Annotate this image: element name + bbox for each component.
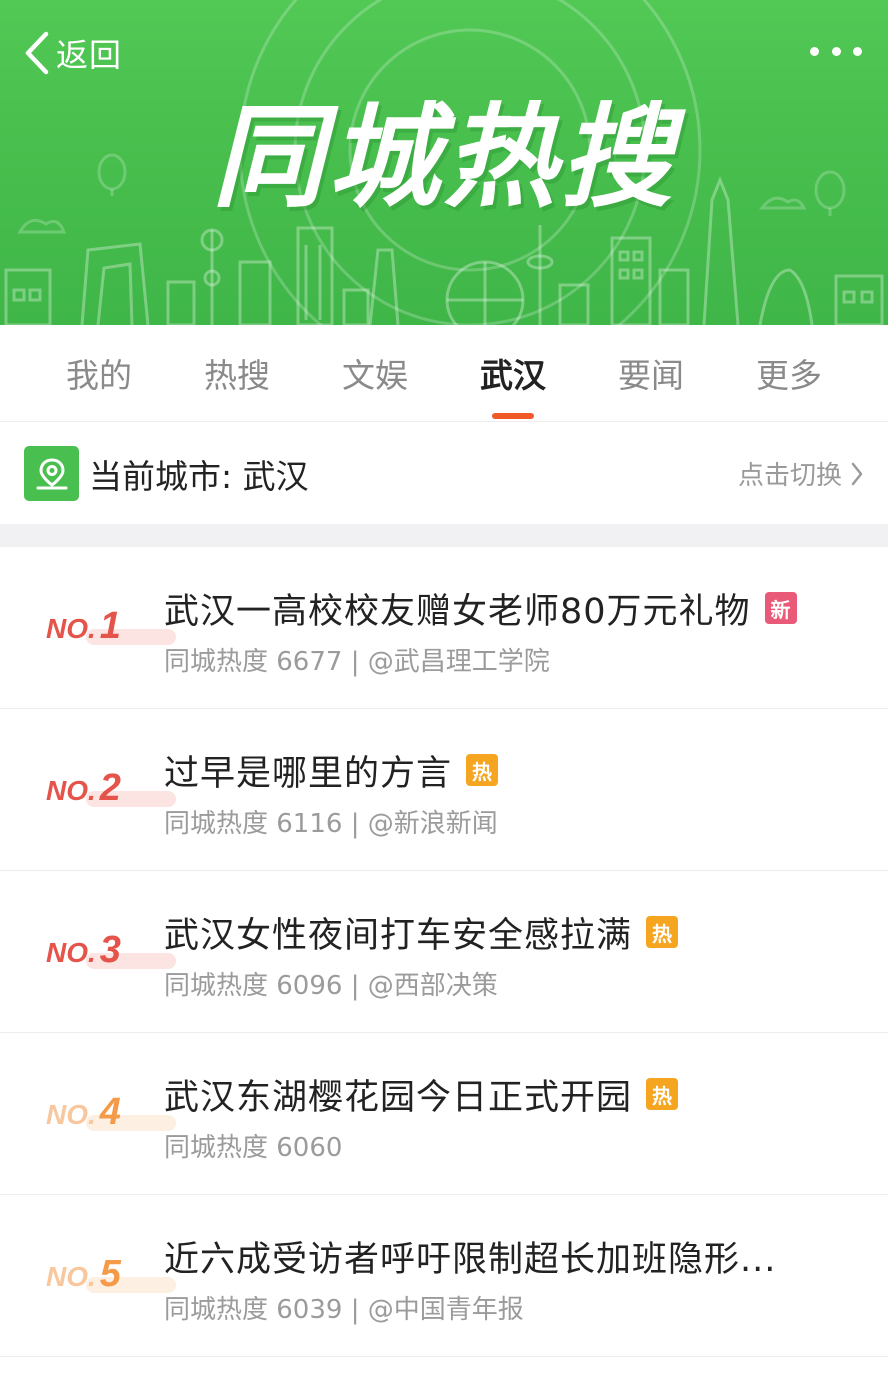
hot-search-list: NO. 1 武汉一高校校友赠女老师80万元礼物 新 同城热度 6677 | @武昌… [0, 547, 888, 1357]
switch-city-label: 点击切换 [737, 461, 842, 491]
rank-label: NO. 3 [46, 929, 176, 971]
tab-label: 热搜 [204, 356, 270, 395]
tab-entertainment[interactable]: 文娱 [320, 349, 430, 397]
item-title: 武汉女性夜间打车安全感拉满 [164, 915, 633, 956]
item-title: 近六成受访者呼吁限制超长加班隐形... [164, 1239, 777, 1280]
tab-bar: 我的 热搜 文娱 武汉 要闻 更多 [0, 325, 888, 422]
banner-title: 同城热搜 [212, 93, 676, 223]
tab-wuhan[interactable]: 武汉 [458, 349, 568, 419]
back-label: 返回 [56, 36, 123, 74]
tab-news[interactable]: 要闻 [596, 349, 706, 397]
rank-label: NO. 2 [46, 767, 176, 809]
more-dots-icon[interactable] [810, 40, 862, 62]
item-title: 过早是哪里的方言 [164, 753, 453, 794]
item-subtitle: 同城热度 6116 | @新浪新闻 [164, 809, 498, 839]
rank-label: NO. 4 [46, 1091, 176, 1133]
item-subtitle: 同城热度 6060 [164, 1133, 343, 1163]
list-item[interactable]: NO. 3 武汉女性夜间打车安全感拉满 热 同城热度 6096 | @西部决策 [0, 871, 888, 1033]
new-badge: 新 [764, 592, 797, 624]
hot-badge: 热 [646, 1078, 679, 1110]
location-pin-icon [24, 446, 79, 501]
current-city-label: 当前城市: 武汉 [89, 456, 309, 496]
tab-label: 要闻 [618, 356, 684, 395]
hot-badge: 热 [646, 916, 679, 948]
item-title: 武汉一高校校友赠女老师80万元礼物 [164, 591, 751, 632]
tab-mine[interactable]: 我的 [44, 349, 154, 397]
rank-label: NO. 5 [46, 1253, 176, 1295]
chevron-right-icon [851, 462, 863, 485]
list-item[interactable]: NO. 4 武汉东湖樱花园今日正式开园 热 同城热度 6060 [0, 1033, 888, 1195]
item-subtitle: 同城热度 6677 | @武昌理工学院 [164, 647, 550, 677]
item-subtitle: 同城热度 6096 | @西部决策 [164, 971, 498, 1001]
tab-label: 武汉 [480, 356, 546, 395]
back-button[interactable]: 返回 [20, 28, 122, 78]
item-title: 武汉东湖樱花园今日正式开园 [164, 1077, 633, 1118]
tab-hot-search[interactable]: 热搜 [182, 349, 292, 397]
current-city-bar: 当前城市: 武汉 点击切换 [0, 423, 888, 524]
item-subtitle: 同城热度 6039 | @中国青年报 [164, 1295, 524, 1325]
switch-city-button[interactable]: 点击切换 [738, 455, 864, 492]
hot-badge: 热 [466, 754, 499, 786]
tab-label: 我的 [66, 356, 132, 395]
list-item[interactable]: NO. 2 过早是哪里的方言 热 同城热度 6116 | @新浪新闻 [0, 709, 888, 871]
section-divider [0, 524, 888, 547]
tab-label: 文娱 [342, 356, 408, 395]
chevron-left-icon [25, 31, 49, 75]
header-banner: 返回 同城热搜 [0, 0, 888, 325]
active-tab-indicator [492, 413, 534, 419]
tab-label: 更多 [756, 356, 822, 395]
list-item[interactable]: NO. 1 武汉一高校校友赠女老师80万元礼物 新 同城热度 6677 | @武昌… [0, 547, 888, 709]
list-item[interactable]: NO. 5 近六成受访者呼吁限制超长加班隐形... 同城热度 6039 | @中国… [0, 1195, 888, 1357]
tab-more[interactable]: 更多 [734, 349, 844, 397]
rank-label: NO. 1 [46, 605, 176, 647]
